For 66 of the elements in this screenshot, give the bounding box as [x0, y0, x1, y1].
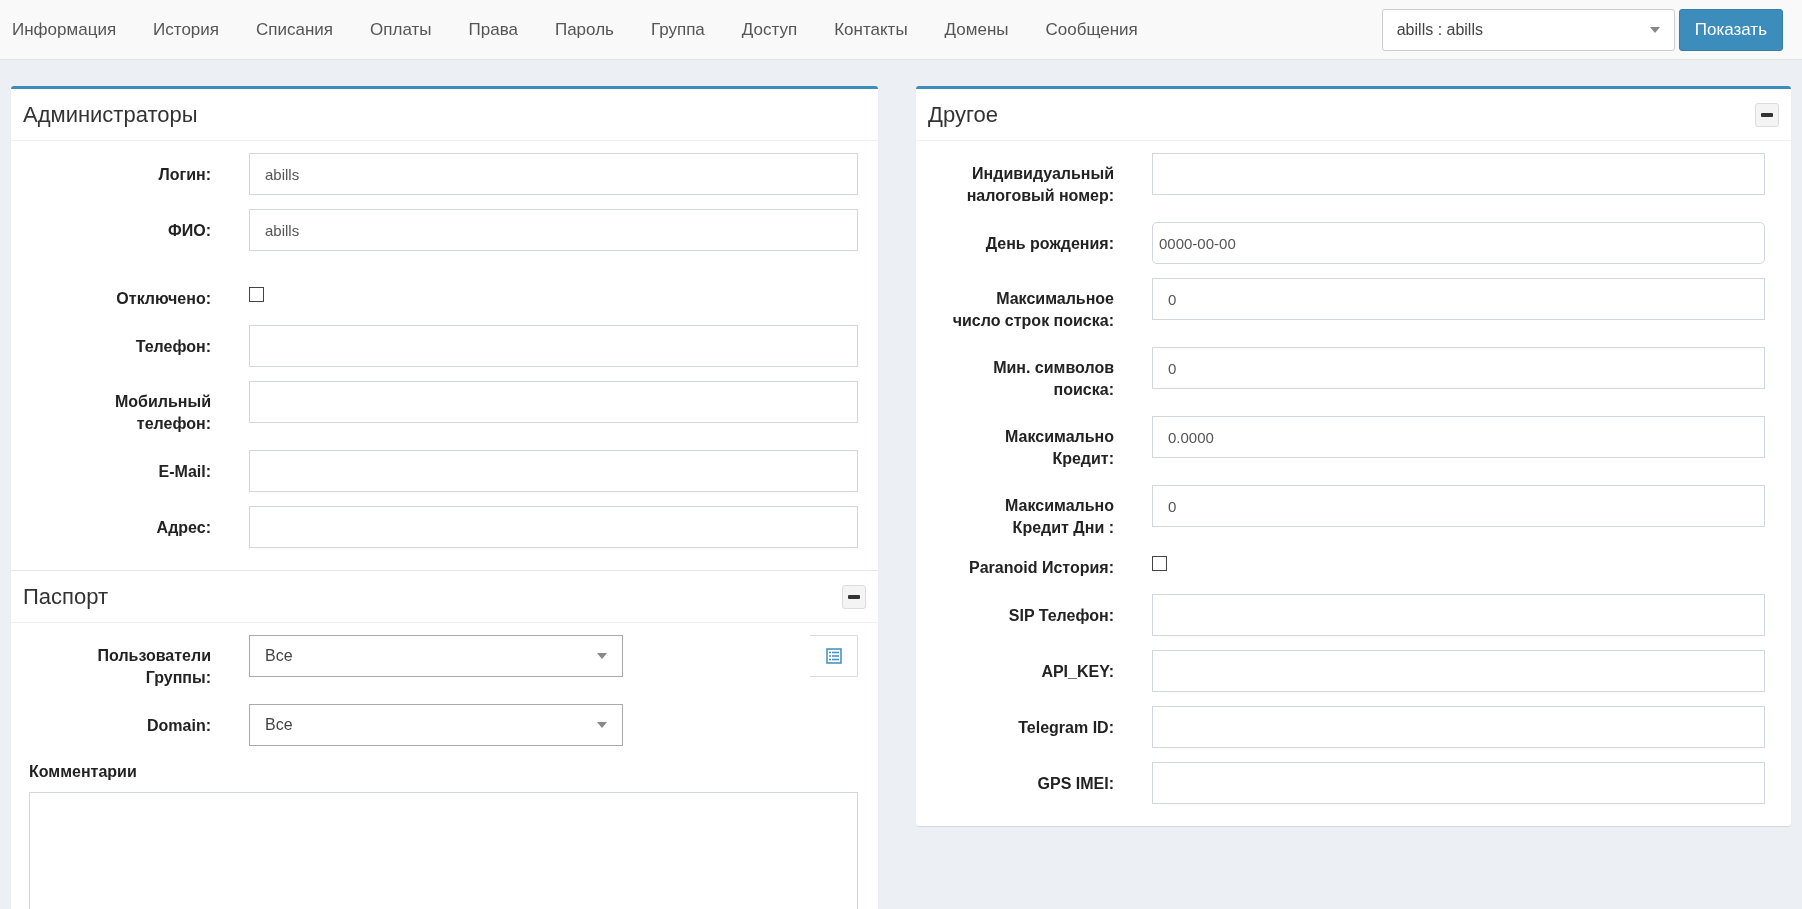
field-label: День рождения:: [985, 234, 1114, 254]
section-title: Паспорт: [23, 583, 109, 611]
input-field[interactable]: [1152, 153, 1765, 195]
field-label: ФИО:: [168, 221, 211, 241]
input-field[interactable]: [1152, 762, 1765, 804]
field-label: Индивидуальный налоговый номер:: [965, 164, 1114, 206]
comments-label: Комментарии: [29, 762, 138, 782]
input-field[interactable]: [1152, 594, 1765, 636]
input-field[interactable]: 0000-00-00: [1152, 222, 1765, 264]
input-field[interactable]: [249, 450, 858, 492]
select-field[interactable]: Все: [249, 704, 623, 746]
nav-tab[interactable]: Оплаты: [360, 16, 442, 43]
section-title: Другое: [928, 101, 998, 129]
minus-icon: [848, 594, 860, 599]
field-label: Максимально Кредит:: [1004, 427, 1114, 469]
show-button[interactable]: Показать: [1678, 8, 1783, 51]
nav-tab[interactable]: Пароль: [544, 16, 624, 43]
field-label: Domain:: [147, 716, 211, 736]
field-label: SIP Телефон:: [1008, 606, 1114, 626]
nav-tab[interactable]: Списания: [246, 16, 344, 43]
caret-icon: [597, 722, 607, 728]
field-label: Пользователи Группы:: [96, 646, 211, 688]
field-label: Мобильный телефон:: [114, 392, 211, 434]
caret-icon: [1649, 26, 1660, 33]
collapse-button[interactable]: [1755, 102, 1779, 127]
field-label: API_KEY:: [1041, 662, 1114, 682]
input-field[interactable]: 0: [1152, 278, 1765, 320]
field-label: Телефон:: [135, 337, 211, 357]
checkbox[interactable]: [249, 287, 264, 302]
nav-tab[interactable]: История: [143, 16, 230, 43]
list-icon: [825, 648, 842, 664]
field-label: E-Mail:: [158, 462, 211, 482]
user-select[interactable]: abills : abills: [1381, 8, 1675, 51]
field-label: Максимальное число строк поиска:: [951, 289, 1114, 331]
caret-icon: [597, 653, 607, 659]
input-field[interactable]: abills: [249, 209, 858, 251]
input-field[interactable]: 0: [1152, 347, 1765, 389]
field-label: Максимально Кредит Дни :: [1004, 496, 1114, 538]
input-field[interactable]: [249, 506, 858, 548]
nav-tab[interactable]: Домены: [934, 16, 1019, 43]
minus-icon: [1761, 112, 1773, 117]
input-field[interactable]: [1152, 650, 1765, 692]
collapse-button[interactable]: [842, 584, 866, 609]
field-label: Telegram ID:: [1018, 718, 1114, 738]
section-title: Администраторы: [23, 101, 198, 129]
input-field[interactable]: abills: [249, 153, 858, 195]
field-label: Адрес:: [156, 518, 211, 538]
nav-tab[interactable]: Доступ: [731, 16, 808, 43]
select-field[interactable]: Все: [249, 635, 623, 677]
field-label: Мин. символов поиска:: [992, 358, 1114, 400]
field-label: Логин:: [158, 165, 211, 185]
input-field[interactable]: [249, 325, 858, 367]
nav-tab[interactable]: Группа: [640, 16, 715, 43]
nav-tab[interactable]: Сообщения: [1035, 16, 1148, 43]
field-label: Отключено:: [116, 289, 211, 309]
input-field[interactable]: [1152, 706, 1765, 748]
input-field[interactable]: [249, 381, 858, 423]
nav-tab[interactable]: Права: [458, 16, 528, 43]
checkbox[interactable]: [1152, 556, 1167, 571]
nav-tab[interactable]: Информация: [2, 16, 127, 43]
list-button[interactable]: [810, 635, 858, 677]
field-label: GPS IMEI:: [1037, 774, 1114, 794]
field-label: Paranoid История:: [969, 558, 1114, 578]
input-field[interactable]: 0.0000: [1152, 416, 1765, 458]
input-field[interactable]: 0: [1152, 485, 1765, 527]
nav-tab[interactable]: Контакты: [824, 16, 918, 43]
